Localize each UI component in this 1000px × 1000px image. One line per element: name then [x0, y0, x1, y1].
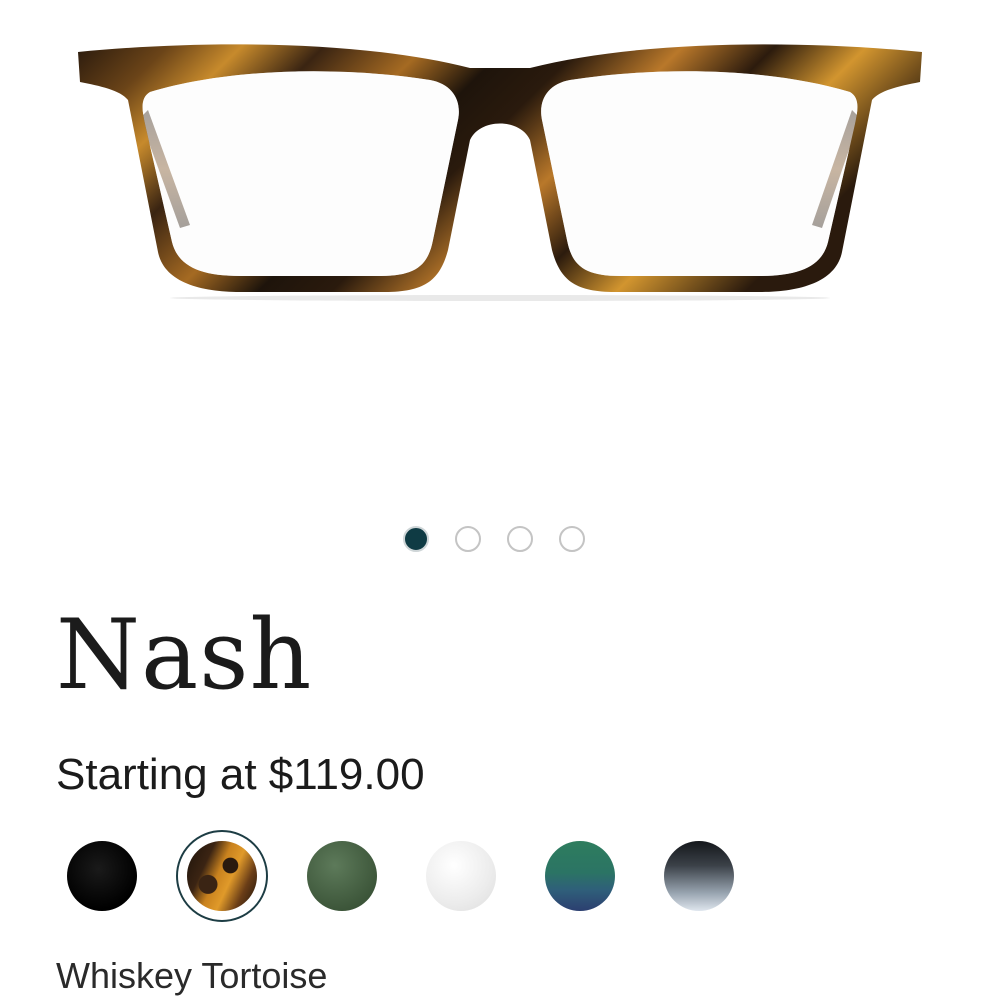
pagination-dot-4[interactable] — [559, 526, 585, 552]
swatch-black[interactable] — [56, 830, 148, 922]
swatch-green[interactable] — [296, 830, 388, 922]
product-title: Nash — [56, 599, 313, 711]
swatch-grey-fade[interactable] — [653, 830, 745, 922]
pagination-dot-3[interactable] — [507, 526, 533, 552]
gallery-pagination — [403, 526, 585, 552]
glasses-product-image — [78, 44, 922, 301]
swatch-grey-chip — [664, 841, 734, 911]
product-image-gallery[interactable] — [0, 0, 1000, 500]
swatch-teal-chip — [545, 841, 615, 911]
pagination-dot-2[interactable] — [455, 526, 481, 552]
swatch-clear[interactable] — [415, 830, 507, 922]
pagination-dot-1[interactable] — [403, 526, 429, 552]
swatch-clear-chip — [426, 841, 496, 911]
swatch-black-chip — [67, 841, 137, 911]
swatch-whiskey-tortoise[interactable] — [176, 830, 268, 922]
swatch-teal-blue[interactable] — [534, 830, 626, 922]
swatch-tortoise-chip — [187, 841, 257, 911]
product-price: Starting at $119.00 — [56, 750, 425, 799]
selected-color-name: Whiskey Tortoise — [56, 955, 328, 996]
swatch-green-chip — [307, 841, 377, 911]
